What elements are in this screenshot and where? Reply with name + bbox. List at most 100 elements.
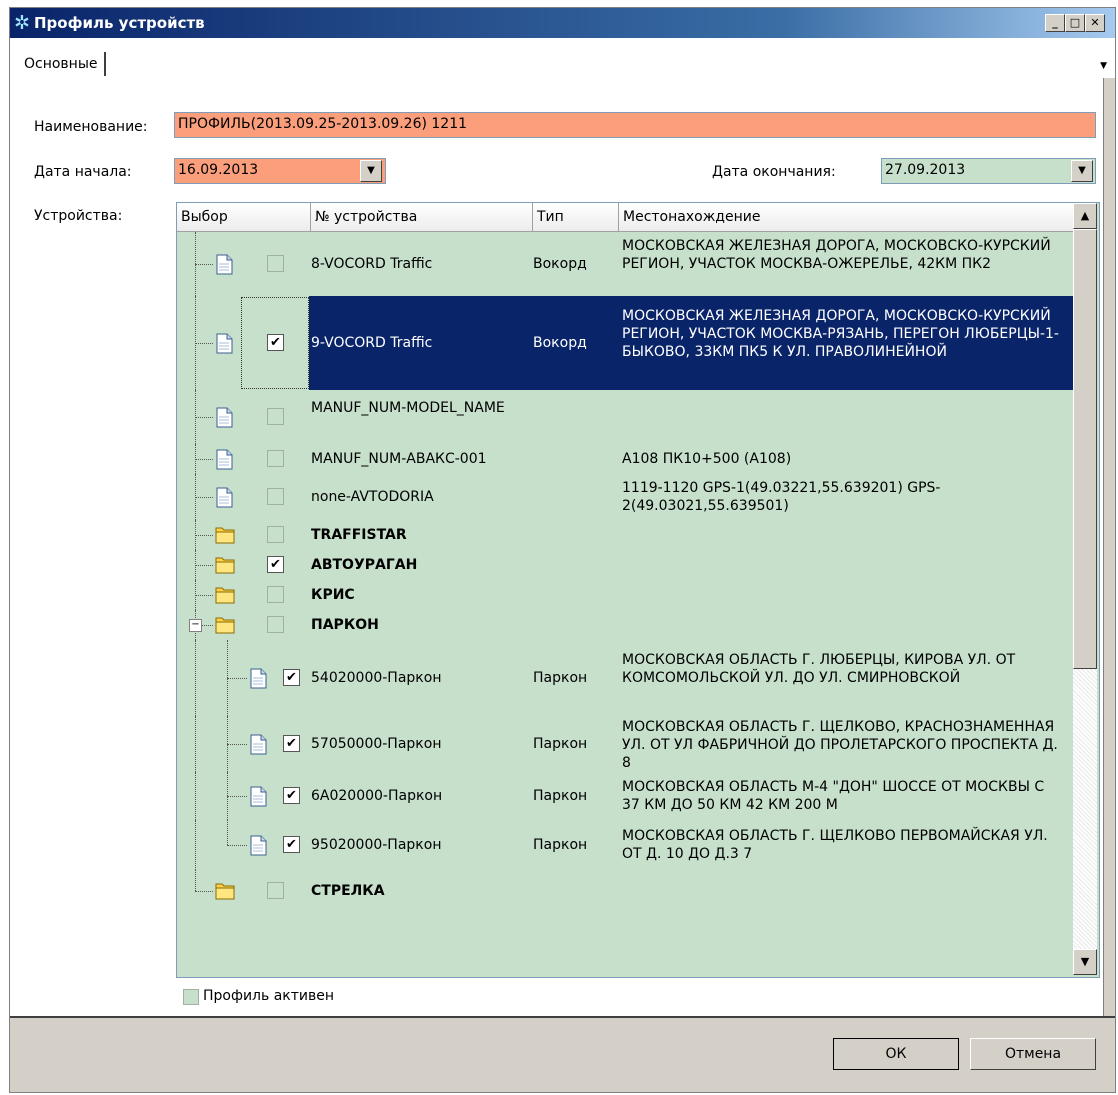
device-row[interactable]: MANUF_NUM-АВАКС-001 А108 ПК10+500 (А108): [177, 444, 1073, 474]
row-checkbox[interactable]: ✔: [283, 669, 300, 686]
tree-line: [195, 535, 213, 536]
active-label: Профиль активен: [203, 988, 335, 1004]
col-type[interactable]: Тип: [533, 203, 619, 231]
active-checkbox[interactable]: [183, 989, 199, 1005]
row-checkbox[interactable]: [267, 450, 284, 467]
device-type: Паркон: [533, 788, 588, 804]
title-bar[interactable]: ✲ Профиль устройств _ □ ✕: [10, 8, 1115, 38]
file-icon: [215, 487, 234, 508]
device-number: КРИС: [311, 587, 355, 603]
row-checkbox[interactable]: [267, 488, 284, 505]
row-checkbox[interactable]: ✔: [283, 735, 300, 752]
col-device-number[interactable]: № устройства▲: [311, 203, 649, 231]
folder-icon: [215, 585, 235, 606]
row-checkbox[interactable]: [267, 882, 284, 899]
group-row[interactable]: TRAFFISTAR: [177, 520, 1073, 550]
folder-icon: [215, 555, 235, 576]
start-date-dropdown-icon[interactable]: ▼: [360, 160, 382, 182]
ok-button[interactable]: ОК: [833, 1038, 959, 1070]
devices-label: Устройства:: [34, 208, 123, 224]
device-row[interactable]: MANUF_NUM-MODEL_NAME: [177, 390, 1073, 444]
tree-line: [195, 264, 213, 265]
focus-rect: [241, 297, 309, 389]
col-select[interactable]: Выбор: [177, 203, 311, 231]
cancel-button[interactable]: Отмена: [970, 1038, 1096, 1070]
row-checkbox[interactable]: [267, 616, 284, 633]
tree-line: [195, 870, 196, 891]
row-checkbox[interactable]: ✔: [267, 556, 284, 573]
scroll-up-icon[interactable]: ▲: [1073, 203, 1097, 229]
file-icon: [215, 333, 234, 354]
device-type: Вокорд: [533, 256, 587, 272]
device-number: СТРЕЛКА: [311, 883, 385, 899]
file-icon: [215, 254, 234, 275]
tab-bar: Основные ▼: [10, 38, 1115, 78]
name-label: Наименование:: [34, 119, 148, 135]
device-number: none-AVTODORIA: [311, 489, 434, 505]
close-button[interactable]: ✕: [1085, 14, 1105, 32]
device-number: 57050000-Паркон: [311, 736, 442, 752]
tab-main[interactable]: Основные: [24, 52, 106, 76]
row-checkbox[interactable]: [267, 586, 284, 603]
tree-line: [195, 716, 196, 772]
group-row[interactable]: − ПАРКОН: [177, 610, 1073, 640]
col-location[interactable]: Местонахождение: [619, 203, 1073, 231]
name-input[interactable]: ПРОФИЛЬ(2013.09.25-2013.09.26) 1211: [174, 112, 1096, 138]
device-row[interactable]: ✔ 54020000-Паркон Паркон МОСКОВСКАЯ ОБЛАСТЬ…: [177, 640, 1073, 716]
device-number: 8-VOCORD Traffic: [311, 256, 433, 272]
start-date-input[interactable]: 16.09.2013: [174, 158, 386, 184]
form-scrollbar[interactable]: [1103, 78, 1115, 1016]
folder-icon: [215, 881, 235, 902]
device-number: MANUF_NUM-АВАКС-001: [311, 451, 487, 467]
tree-line: [195, 343, 213, 344]
divider: [10, 1016, 1115, 1018]
tree-line: [195, 891, 213, 892]
device-location: МОСКОВСКАЯ ОБЛАСТЬ Г. ЩЕЛКОВО ПЕРВОМАЙСК…: [622, 828, 1048, 862]
row-checkbox[interactable]: [267, 408, 284, 425]
scroll-down-icon[interactable]: ▼: [1073, 949, 1097, 975]
end-date-label: Дата окончания:: [712, 164, 836, 180]
row-checkbox[interactable]: ✔: [283, 787, 300, 804]
tab-menu-arrow-icon[interactable]: ▼: [1100, 61, 1107, 71]
tree-line: [195, 772, 196, 820]
tree-line: [195, 565, 213, 566]
scroll-thumb[interactable]: [1073, 229, 1097, 669]
row-checkbox[interactable]: [267, 255, 284, 272]
tree-line: [195, 417, 213, 418]
device-row[interactable]: ✔ 95020000-Паркон Паркон МОСКОВСКАЯ ОБЛАСТЬ…: [177, 820, 1073, 870]
row-checkbox[interactable]: [267, 526, 284, 543]
end-date-dropdown-icon[interactable]: ▼: [1071, 160, 1093, 182]
tree-line: [195, 640, 196, 716]
device-number: АВТОУРАГАН: [311, 557, 418, 573]
group-row[interactable]: КРИС: [177, 580, 1073, 610]
device-row[interactable]: none-AVTODORIA 1119-1120 GPS-1(49.03221,5…: [177, 474, 1073, 520]
group-row[interactable]: СТРЕЛКА: [177, 870, 1073, 912]
device-row[interactable]: ✔ 57050000-Паркон Паркон МОСКОВСКАЯ ОБЛАСТЬ…: [177, 716, 1073, 772]
device-row[interactable]: ✔ 9-VOCORD Traffic Вокорд МОСКОВСКАЯ ЖЕЛЕЗН…: [177, 296, 1073, 390]
device-number: 95020000-Паркон: [311, 837, 442, 853]
tree-line: [195, 820, 196, 870]
tree-line: [227, 845, 247, 846]
file-icon: [249, 786, 268, 807]
start-date-label: Дата начала:: [34, 164, 132, 180]
collapse-toggle-icon[interactable]: −: [189, 619, 202, 632]
device-row[interactable]: 8-VOCORD Traffic Вокорд МОСКОВСКАЯ ЖЕЛЕЗНА…: [177, 232, 1073, 296]
device-location: 1119-1120 GPS-1(49.03221,55.639201) GPS-…: [622, 480, 941, 514]
devices-grid[interactable]: Выбор № устройства▲ Тип Местонахождение …: [176, 202, 1100, 978]
file-icon: [215, 407, 234, 428]
device-row[interactable]: ✔ 6А020000-Паркон Паркон МОСКОВСКАЯ ОБЛАСТЬ…: [177, 772, 1073, 820]
folder-icon: [215, 525, 235, 546]
end-date-input[interactable]: 27.09.2013: [881, 158, 1096, 184]
row-checkbox[interactable]: ✔: [283, 836, 300, 853]
grid-scrollbar[interactable]: ▲ ▼: [1073, 203, 1097, 975]
file-icon: [215, 449, 234, 470]
tree-line: [195, 459, 213, 460]
device-number: ПАРКОН: [311, 617, 379, 633]
tree-line: [227, 744, 247, 745]
minimize-button[interactable]: _: [1045, 14, 1065, 32]
group-row[interactable]: ✔ АВТОУРАГАН: [177, 550, 1073, 580]
window-title: Профиль устройств: [34, 14, 205, 32]
device-location: МОСКОВСКАЯ ОБЛАСТЬ Г. ЛЮБЕРЦЫ, КИРОВА УЛ…: [622, 652, 1016, 686]
maximize-button[interactable]: □: [1065, 14, 1085, 32]
device-type: Паркон: [533, 837, 588, 853]
